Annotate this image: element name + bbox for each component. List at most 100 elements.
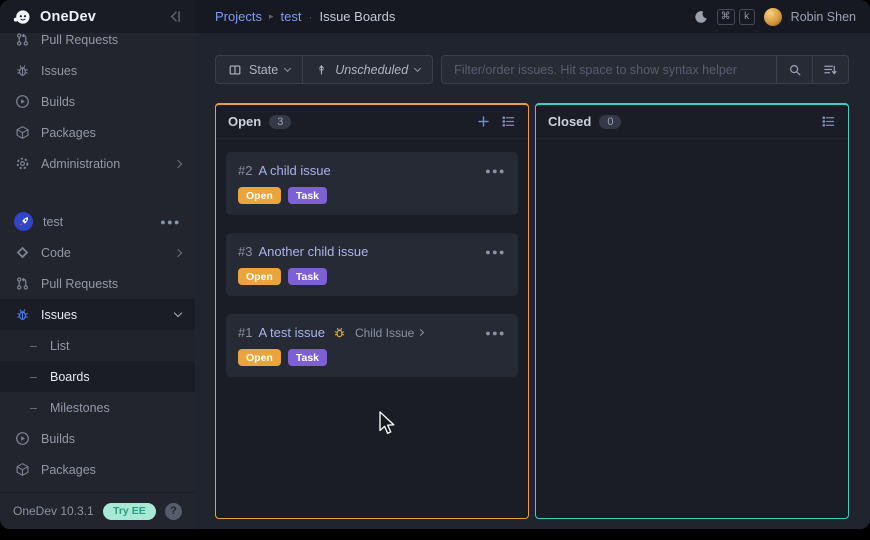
pull-request-icon [14, 33, 31, 47]
filter-input[interactable] [442, 56, 776, 83]
sidebar-item-project-pull-requests[interactable]: Pull Requests [0, 268, 195, 299]
breadcrumb-projects-link[interactable]: Projects [215, 9, 262, 24]
iteration-select-button[interactable]: Unscheduled [302, 56, 432, 83]
user-avatar[interactable] [764, 8, 782, 26]
card-more-icon[interactable]: ●●● [485, 328, 506, 338]
child-issue-link-label: Child Issue [355, 326, 414, 340]
card-labels: Open Task [238, 268, 506, 285]
card-list [536, 139, 848, 165]
breadcrumb-project-link[interactable]: test [281, 9, 302, 24]
sidebar-item-code[interactable]: Code [0, 237, 195, 268]
play-circle-icon [14, 94, 31, 109]
state-badge: Open [238, 349, 281, 366]
sidebar-item-label: Boards [50, 370, 90, 384]
shortcut-modifier-key: ⌘ [717, 9, 735, 25]
topbar-actions: ⌘ k Robin Shen [694, 8, 870, 26]
sidebar-item-pull-requests[interactable]: Pull Requests [0, 33, 195, 55]
dark-mode-toggle-icon[interactable] [694, 10, 708, 24]
issue-number: #1 [238, 325, 252, 340]
sidebar-item-project-builds[interactable]: Builds [0, 423, 195, 454]
column-actions [477, 114, 516, 129]
package-icon [14, 125, 31, 140]
issue-card[interactable]: #3 Another child issue ●●● Open Task [226, 233, 518, 296]
child-issue-bug-icon [333, 326, 346, 339]
sub-item-dash: – [30, 401, 40, 415]
card-more-icon[interactable]: ●●● [485, 166, 506, 176]
iteration-select-label: Unscheduled [335, 63, 408, 77]
column-count-badge: 3 [269, 115, 291, 129]
card-header: #3 Another child issue ●●● [238, 244, 506, 259]
issue-card[interactable]: #2 A child issue ●●● Open Task [226, 152, 518, 215]
bug-icon [14, 307, 31, 322]
issue-title[interactable]: A test issue [258, 325, 324, 340]
sidebar-project-header[interactable]: test ●●● [0, 206, 195, 237]
breadcrumb-separator-icon: ▸ [269, 11, 274, 22]
column-menu-icon[interactable] [821, 114, 836, 129]
sidebar-item-builds[interactable]: Builds [0, 86, 195, 117]
sidebar-item-issues-milestones[interactable]: – Milestones [0, 392, 195, 423]
issue-number: #3 [238, 244, 252, 259]
column-count-badge: 0 [599, 115, 621, 129]
sidebar: Pull Requests Issues [0, 33, 195, 529]
column-title: Closed [548, 114, 591, 129]
type-badge: Task [288, 268, 327, 285]
column-menu-icon[interactable] [501, 114, 516, 129]
sidebar-item-issues-list[interactable]: – List [0, 330, 195, 361]
order-button[interactable] [812, 56, 848, 83]
search-button[interactable] [776, 56, 812, 83]
issue-title[interactable]: A child issue [258, 163, 330, 178]
card-more-icon[interactable]: ●●● [485, 247, 506, 257]
milestone-icon [315, 63, 328, 76]
chevron-right-icon [417, 329, 424, 336]
issue-card[interactable]: #1 A test issue [226, 314, 518, 377]
sidebar-item-label: Issues [41, 64, 77, 78]
bug-icon [14, 63, 31, 78]
sidebar-item-administration[interactable]: Administration [0, 148, 195, 179]
onedev-logo-icon[interactable] [12, 7, 32, 27]
sidebar-menu: Pull Requests Issues [0, 33, 195, 516]
play-circle-icon [14, 431, 31, 446]
issue-title[interactable]: Another child issue [258, 244, 368, 259]
sidebar-item-label: Issues [41, 308, 77, 322]
breadcrumb-dot-icon: · [308, 10, 312, 24]
sidebar-item-label: Code [41, 246, 71, 260]
code-icon [14, 245, 31, 260]
board-select-button[interactable]: State [216, 56, 302, 83]
user-name[interactable]: Robin Shen [791, 10, 856, 24]
sidebar-item-issues[interactable]: Issues [0, 55, 195, 86]
shortcut-k-key: k [739, 9, 755, 25]
sidebar-item-label: Pull Requests [41, 33, 118, 47]
help-icon[interactable]: ? [165, 503, 182, 520]
app-window: OneDev Projects ▸ test · Issue Boards ⌘ … [0, 0, 870, 529]
column-title: Open [228, 114, 261, 129]
sidebar-item-label: Milestones [50, 401, 110, 415]
sidebar-item-label: Builds [41, 432, 75, 446]
state-badge: Open [238, 187, 281, 204]
project-more-icon[interactable]: ●●● [160, 217, 181, 227]
gear-icon [14, 156, 31, 171]
board-column-open: Open 3 #2 A ch [215, 103, 529, 519]
pull-request-icon [14, 276, 31, 291]
sidebar-item-label: List [50, 339, 69, 353]
sidebar-item-label: Pull Requests [41, 277, 118, 291]
breadcrumb-current-page: Issue Boards [319, 9, 395, 24]
sidebar-item-project-packages[interactable]: Packages [0, 454, 195, 485]
card-header: #2 A child issue ●●● [238, 163, 506, 178]
sidebar-item-label: Builds [41, 95, 75, 109]
sidebar-item-issues-boards[interactable]: – Boards [0, 361, 195, 392]
child-issue-link[interactable]: Child Issue [355, 326, 423, 340]
column-header: Open 3 [216, 105, 528, 139]
type-badge: Task [288, 349, 327, 366]
top-bar: OneDev Projects ▸ test · Issue Boards ⌘ … [0, 0, 870, 33]
try-ee-badge[interactable]: Try EE [103, 503, 156, 520]
sidebar-item-label: Administration [41, 157, 120, 171]
chevron-right-icon [174, 159, 182, 167]
collapse-sidebar-icon[interactable] [168, 9, 183, 24]
sidebar-item-project-issues[interactable]: Issues [0, 299, 195, 330]
sidebar-footer: OneDev 10.3.1 Try EE ? [0, 492, 195, 529]
sidebar-item-packages[interactable]: Packages [0, 117, 195, 148]
chevron-down-icon [174, 309, 182, 317]
card-header: #1 A test issue [238, 325, 506, 340]
add-issue-icon[interactable] [477, 115, 490, 128]
project-name: test [43, 215, 63, 229]
